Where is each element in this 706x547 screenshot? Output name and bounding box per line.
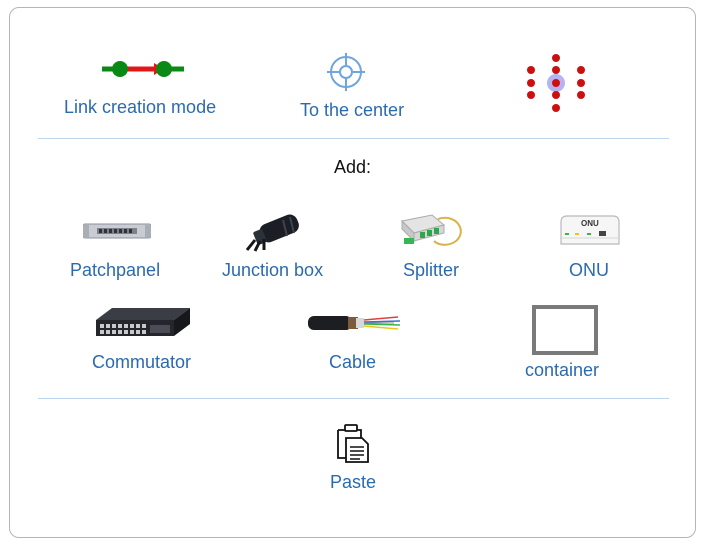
crosshair-icon — [327, 53, 365, 91]
paste-button[interactable]: Paste — [322, 420, 384, 496]
link-creation-mode-label: Link creation mode — [64, 97, 217, 117]
splitter-label: Splitter — [403, 260, 460, 280]
fiber-cable-icon — [308, 316, 401, 330]
paste-label: Paste — [330, 472, 377, 492]
to-the-center-button[interactable]: To the center — [290, 50, 420, 126]
link-creation-icon — [102, 61, 184, 77]
onu-icon: ONU — [560, 215, 620, 245]
divider-top — [38, 138, 669, 139]
add-junction-box-button[interactable]: Junction box — [219, 208, 331, 284]
add-heading: Add: — [334, 157, 372, 177]
dot-grid-button[interactable] — [520, 50, 592, 116]
dot-grid-icon — [527, 54, 585, 112]
divider-bottom — [38, 398, 669, 399]
splitter-icon — [400, 214, 462, 246]
add-commutator-button[interactable]: Commutator — [86, 302, 200, 378]
add-patchpanel-button[interactable]: Patchpanel — [66, 212, 168, 284]
add-container-button[interactable]: container — [520, 302, 610, 384]
patchpanel-icon — [83, 223, 151, 239]
add-cable-button[interactable]: Cable — [306, 306, 404, 378]
onu-label: ONU — [569, 260, 609, 280]
add-onu-button[interactable]: ONU ONU — [550, 208, 630, 284]
junction-box-icon — [245, 214, 299, 252]
clipboard-icon — [337, 424, 369, 463]
add-splitter-button[interactable]: Splitter — [396, 208, 468, 284]
container-label: container — [525, 360, 600, 380]
onu-device-text: ONU — [581, 219, 599, 228]
patchpanel-label: Patchpanel — [70, 260, 161, 280]
container-icon — [532, 305, 598, 355]
cable-label: Cable — [329, 352, 377, 372]
switch-icon — [96, 308, 190, 336]
link-creation-mode-button[interactable]: Link creation mode — [58, 52, 230, 124]
junction-box-label: Junction box — [222, 260, 324, 280]
to-the-center-label: To the center — [300, 100, 405, 120]
commutator-label: Commutator — [92, 352, 192, 372]
